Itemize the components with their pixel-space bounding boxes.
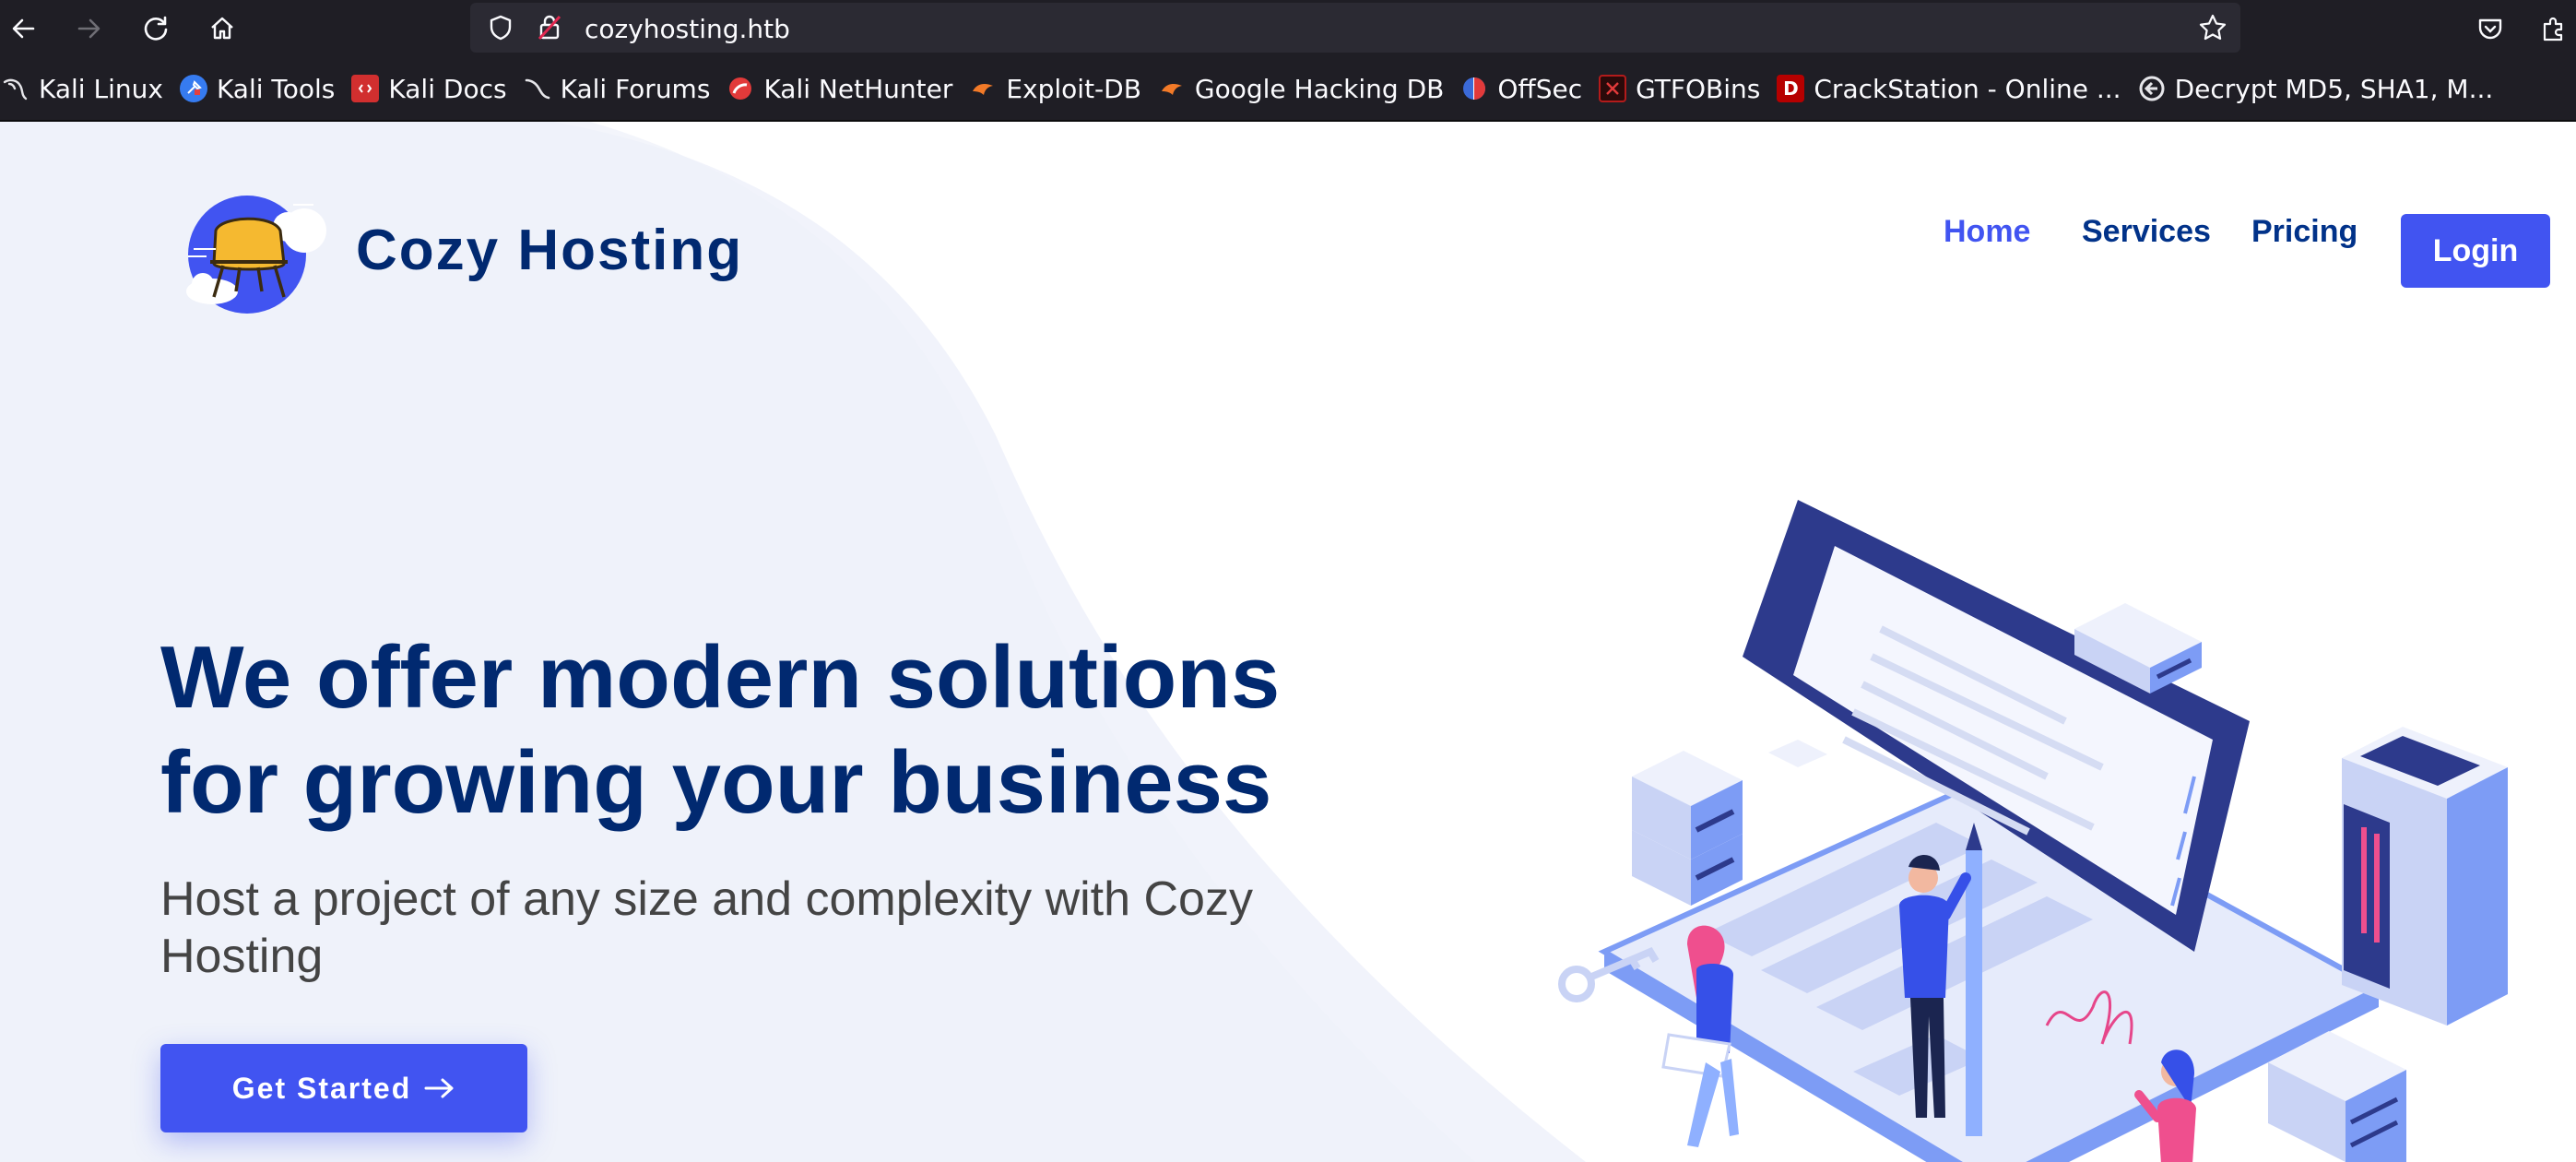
bookmark-kali-nethunter[interactable]: Kali NetHunter bbox=[727, 61, 965, 116]
get-started-label: Get Started bbox=[231, 1071, 412, 1105]
url-bar[interactable]: cozyhosting.htb bbox=[470, 3, 2240, 53]
bookmark-decrypt[interactable]: Decrypt MD5, SHA1, M... bbox=[2138, 61, 2507, 116]
bookmarks-toolbar: Kali Linux Kali Tools Kali Docs Kali For… bbox=[0, 57, 2576, 122]
back-icon[interactable] bbox=[2, 7, 44, 50]
nav-home[interactable]: Home bbox=[1944, 214, 2030, 250]
kali-docs-icon bbox=[351, 75, 380, 102]
kali-tools-icon bbox=[179, 75, 207, 102]
hero-headline-line-2: for growing your business bbox=[160, 733, 1272, 832]
forward-icon[interactable] bbox=[68, 7, 111, 50]
home-icon[interactable] bbox=[201, 7, 243, 50]
nethunter-icon bbox=[727, 75, 754, 102]
armchair-cloud-icon bbox=[186, 196, 326, 314]
bookmark-kali-docs[interactable]: Kali Docs bbox=[351, 61, 519, 116]
hero-headline: We offer modern solutions for growing yo… bbox=[160, 625, 1451, 836]
bookmark-gtfobins[interactable]: GTFOBins bbox=[1599, 61, 1773, 116]
kali-dragon-icon bbox=[2, 75, 30, 102]
kali-forums-icon bbox=[524, 75, 551, 102]
bookmark-kali-forums[interactable]: Kali Forums bbox=[524, 61, 724, 116]
bookmark-offsec[interactable]: OffSec bbox=[1460, 61, 1595, 116]
pocket-icon[interactable] bbox=[2469, 7, 2511, 50]
hero-illustration bbox=[1558, 500, 2508, 1162]
bookmark-kali-tools[interactable]: Kali Tools bbox=[179, 61, 348, 116]
bookmark-star-icon[interactable] bbox=[2198, 13, 2227, 46]
bookmark-google-hacking-db[interactable]: Google Hacking DB bbox=[1158, 61, 1457, 116]
nav-pricing[interactable]: Pricing bbox=[2251, 214, 2357, 250]
bookmark-crackstation[interactable]: D CrackStation - Online ... bbox=[1777, 61, 2133, 116]
nav-services[interactable]: Services bbox=[2082, 214, 2211, 250]
hero-subtitle: Host a project of any size and complexit… bbox=[160, 872, 1253, 983]
gtfobins-icon bbox=[1599, 75, 1627, 102]
browser-toolbar: cozyhosting.htb bbox=[0, 0, 2576, 57]
arrow-right-icon bbox=[424, 1078, 454, 1098]
brand-name[interactable]: Cozy Hosting bbox=[356, 218, 743, 283]
hero-headline-line-1: We offer modern solutions bbox=[160, 628, 1281, 727]
ghdb-icon bbox=[1158, 75, 1186, 102]
extensions-icon[interactable] bbox=[2532, 7, 2574, 50]
bookmark-exploit-db[interactable]: Exploit-DB bbox=[969, 61, 1154, 116]
bookmark-kali-linux[interactable]: Kali Linux bbox=[2, 61, 176, 116]
offsec-icon bbox=[1460, 75, 1488, 102]
decrypt-icon bbox=[2138, 75, 2166, 102]
get-started-button[interactable]: Get Started bbox=[160, 1044, 527, 1132]
shield-icon[interactable] bbox=[487, 14, 514, 45]
reload-icon[interactable] bbox=[135, 7, 177, 50]
login-button[interactable]: Login bbox=[2401, 214, 2550, 288]
crackstation-icon: D bbox=[1777, 75, 1805, 102]
brand-logo[interactable] bbox=[175, 183, 341, 321]
web-page: Cozy Hosting Home Services Pricing Login… bbox=[0, 122, 2576, 1162]
url-text[interactable]: cozyhosting.htb bbox=[585, 14, 790, 44]
exploit-db-icon bbox=[969, 75, 997, 102]
insecure-lock-icon[interactable] bbox=[535, 12, 564, 45]
